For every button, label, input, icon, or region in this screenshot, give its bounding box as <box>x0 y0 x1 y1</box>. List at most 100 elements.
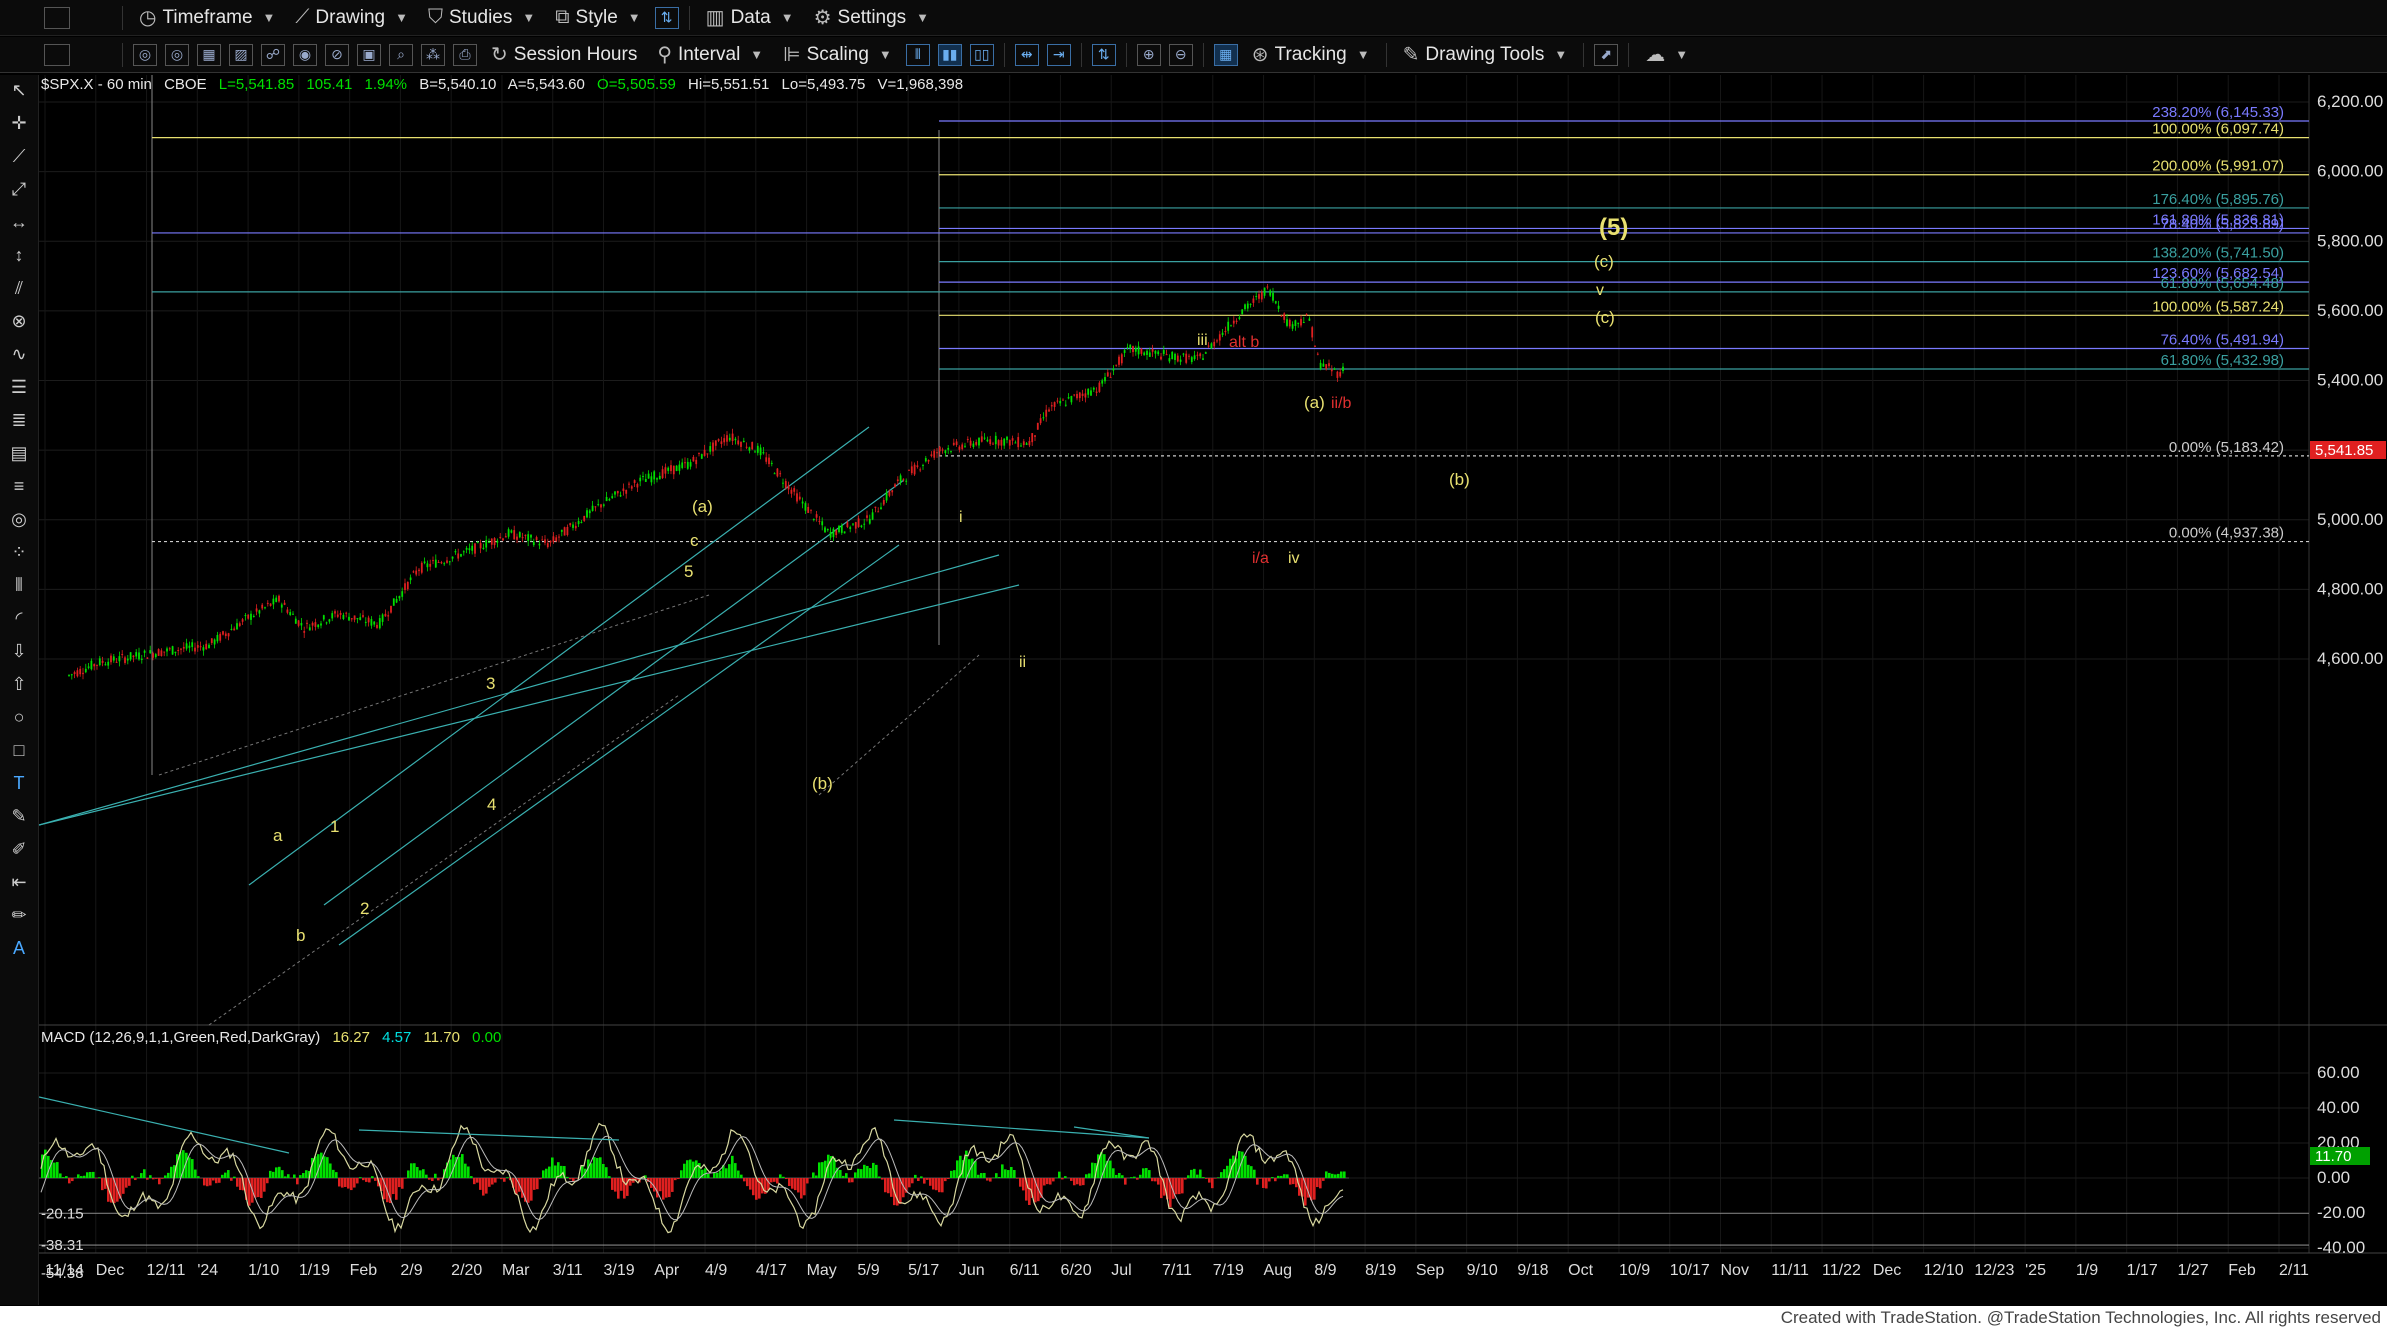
fib-time-icon[interactable]: ▤ <box>0 438 38 468</box>
candle-body <box>1056 400 1059 402</box>
date-tick-label: '25 <box>2025 1262 2046 1279</box>
channel-icon[interactable]: ⫽ <box>0 273 38 303</box>
hollow-candle-icon[interactable]: ▯▯ <box>969 43 994 66</box>
tracking-menu[interactable]: ⊛ Tracking ▼ <box>1242 40 1380 70</box>
highlighter-icon[interactable]: ✐ <box>0 834 38 864</box>
fib-retracement-icon[interactable]: ☰ <box>0 372 38 402</box>
studies-menu[interactable]: ⛉ Studies ▼ <box>418 3 545 33</box>
chart-type-icon[interactable]: ⇅ <box>654 6 679 29</box>
pin-icon[interactable]: ▨ <box>229 43 253 66</box>
candle-body <box>1258 294 1260 299</box>
symbol-label: $SPX.X - 60 min <box>41 76 152 93</box>
arc-icon[interactable]: ◜ <box>0 603 38 633</box>
pointer-icon[interactable]: ↖ <box>0 75 38 105</box>
speed-lines-icon[interactable]: ⦀ <box>0 570 38 600</box>
link-icon[interactable]: ◎ <box>133 43 157 66</box>
candle-body <box>972 443 975 447</box>
save-icon[interactable]: ▣ <box>357 43 381 66</box>
macd-histogram-bar <box>605 1167 608 1178</box>
search-icon[interactable]: ⌕ <box>389 43 413 66</box>
window-icon[interactable] <box>44 43 70 66</box>
candle-body <box>73 672 76 675</box>
timeframe-menu[interactable]: ◷ Timeframe ▼ <box>129 3 285 33</box>
macd-histogram-bar <box>1271 1177 1274 1178</box>
settings-menu[interactable]: ⚙ Settings ▼ <box>804 3 939 33</box>
drawing-menu[interactable]: ⟋ Drawing ▼ <box>285 3 418 33</box>
curve-icon[interactable]: ∿ <box>0 339 38 369</box>
fib-fan-icon[interactable]: ≡ <box>0 471 38 501</box>
vertical-line-icon[interactable]: ↕ <box>0 240 38 270</box>
horizontal-line-icon[interactable]: ↔ <box>0 207 38 237</box>
candle-body <box>213 639 216 645</box>
data-window-icon[interactable]: ▦ <box>1213 43 1238 66</box>
candle-body <box>1115 364 1118 366</box>
arrow-up-icon[interactable]: ⇧ <box>0 669 38 699</box>
crosshair-icon[interactable]: ✛ <box>0 108 38 138</box>
scaling-menu[interactable]: ⊫ Scaling ▼ <box>773 40 902 70</box>
pencil-icon[interactable]: ✎ <box>0 801 38 831</box>
candle-body <box>202 647 205 651</box>
symbol-link-icon[interactable]: ☍ <box>261 43 285 66</box>
macd-histogram-bar <box>803 1178 806 1196</box>
candle-body <box>1022 441 1025 446</box>
arrow-down-icon[interactable]: ⇩ <box>0 636 38 666</box>
ray-icon[interactable]: ⤢ <box>0 174 38 204</box>
macd-histogram-bar <box>170 1166 173 1178</box>
macd-histogram-bar <box>230 1178 233 1181</box>
point-icon[interactable]: ⁘ <box>0 537 38 567</box>
ellipse-icon[interactable]: ○ <box>0 702 38 732</box>
zoom-out-icon[interactable]: ⊖ <box>1168 43 1193 66</box>
candle-body <box>1305 313 1308 316</box>
fib-circle-icon[interactable]: ◎ <box>0 504 38 534</box>
date-tick-label: Dec <box>1873 1262 1901 1279</box>
candle-body <box>1246 303 1249 309</box>
panel-icon[interactable]: ⇅ <box>1091 43 1116 66</box>
session-hours-button[interactable]: ↻ Session Hours <box>481 40 647 70</box>
scroll-right-icon[interactable]: ⇥ <box>1046 43 1071 66</box>
refresh-icon[interactable]: ◉ <box>293 43 317 66</box>
draw-style-icon[interactable]: ✏ <box>0 900 38 930</box>
candle-body <box>600 504 602 508</box>
candle-body <box>1288 319 1291 327</box>
bar-chart-icon[interactable]: ⫴ <box>905 43 930 66</box>
candle-body <box>574 525 577 529</box>
macd-histogram-bar <box>857 1168 860 1178</box>
candle-body <box>339 612 342 615</box>
workspace-icon[interactable]: ⁂ <box>421 43 445 66</box>
candle-body <box>541 539 544 541</box>
link-color-icon[interactable]: ◎ <box>165 43 189 66</box>
candle-body <box>737 440 740 445</box>
text-box-icon[interactable]: A <box>0 933 38 963</box>
chat-menu[interactable]: ☁ ▼ <box>1635 40 1698 70</box>
drawing-tools-menu[interactable]: ✎ Drawing Tools ▼ <box>1393 40 1578 70</box>
candle-body <box>409 577 412 581</box>
style-menu[interactable]: ⧉ Style ▼ <box>545 3 650 33</box>
scroll-left-icon[interactable]: ⇹ <box>1014 43 1039 66</box>
text-icon[interactable]: T <box>0 768 38 798</box>
candle-body <box>812 518 815 521</box>
compare-icon[interactable]: ⊘ <box>325 43 349 66</box>
trade-icon[interactable]: ⬈ <box>1594 43 1619 66</box>
footer: Created with TradeStation. @TradeStation… <box>0 1306 2387 1329</box>
candle-body <box>936 452 938 454</box>
macd-histogram-bar <box>218 1178 221 1183</box>
fib-extension-icon[interactable]: ≣ <box>0 405 38 435</box>
print-icon[interactable]: ⎙ <box>453 43 477 66</box>
zoom-in-icon[interactable]: ⊕ <box>1136 43 1161 66</box>
layout-icon[interactable] <box>44 6 70 29</box>
rectangle-icon[interactable]: □ <box>0 735 38 765</box>
range-icon[interactable]: ⇤ <box>0 867 38 897</box>
date-tick-label: 2/20 <box>451 1262 482 1279</box>
candle-body <box>616 490 619 494</box>
trendline-icon[interactable]: ⟋ <box>0 141 38 171</box>
candle-body <box>910 466 913 474</box>
data-menu[interactable]: ▥ Data ▼ <box>696 3 804 33</box>
grid-icon[interactable]: ▦ <box>197 43 221 66</box>
gann-icon[interactable]: ⊗ <box>0 306 38 336</box>
candle-body <box>639 477 642 482</box>
price-chart[interactable]: 238.20% (6,145.33)100.00% (6,097.74) 200.… <box>39 75 2387 1306</box>
low-price: Lo=5,493.75 <box>782 76 866 93</box>
candle-body <box>325 622 328 624</box>
candlestick-icon[interactable]: ▮▮ <box>937 43 962 66</box>
interval-menu[interactable]: ⚲ Interval ▼ <box>647 40 773 70</box>
